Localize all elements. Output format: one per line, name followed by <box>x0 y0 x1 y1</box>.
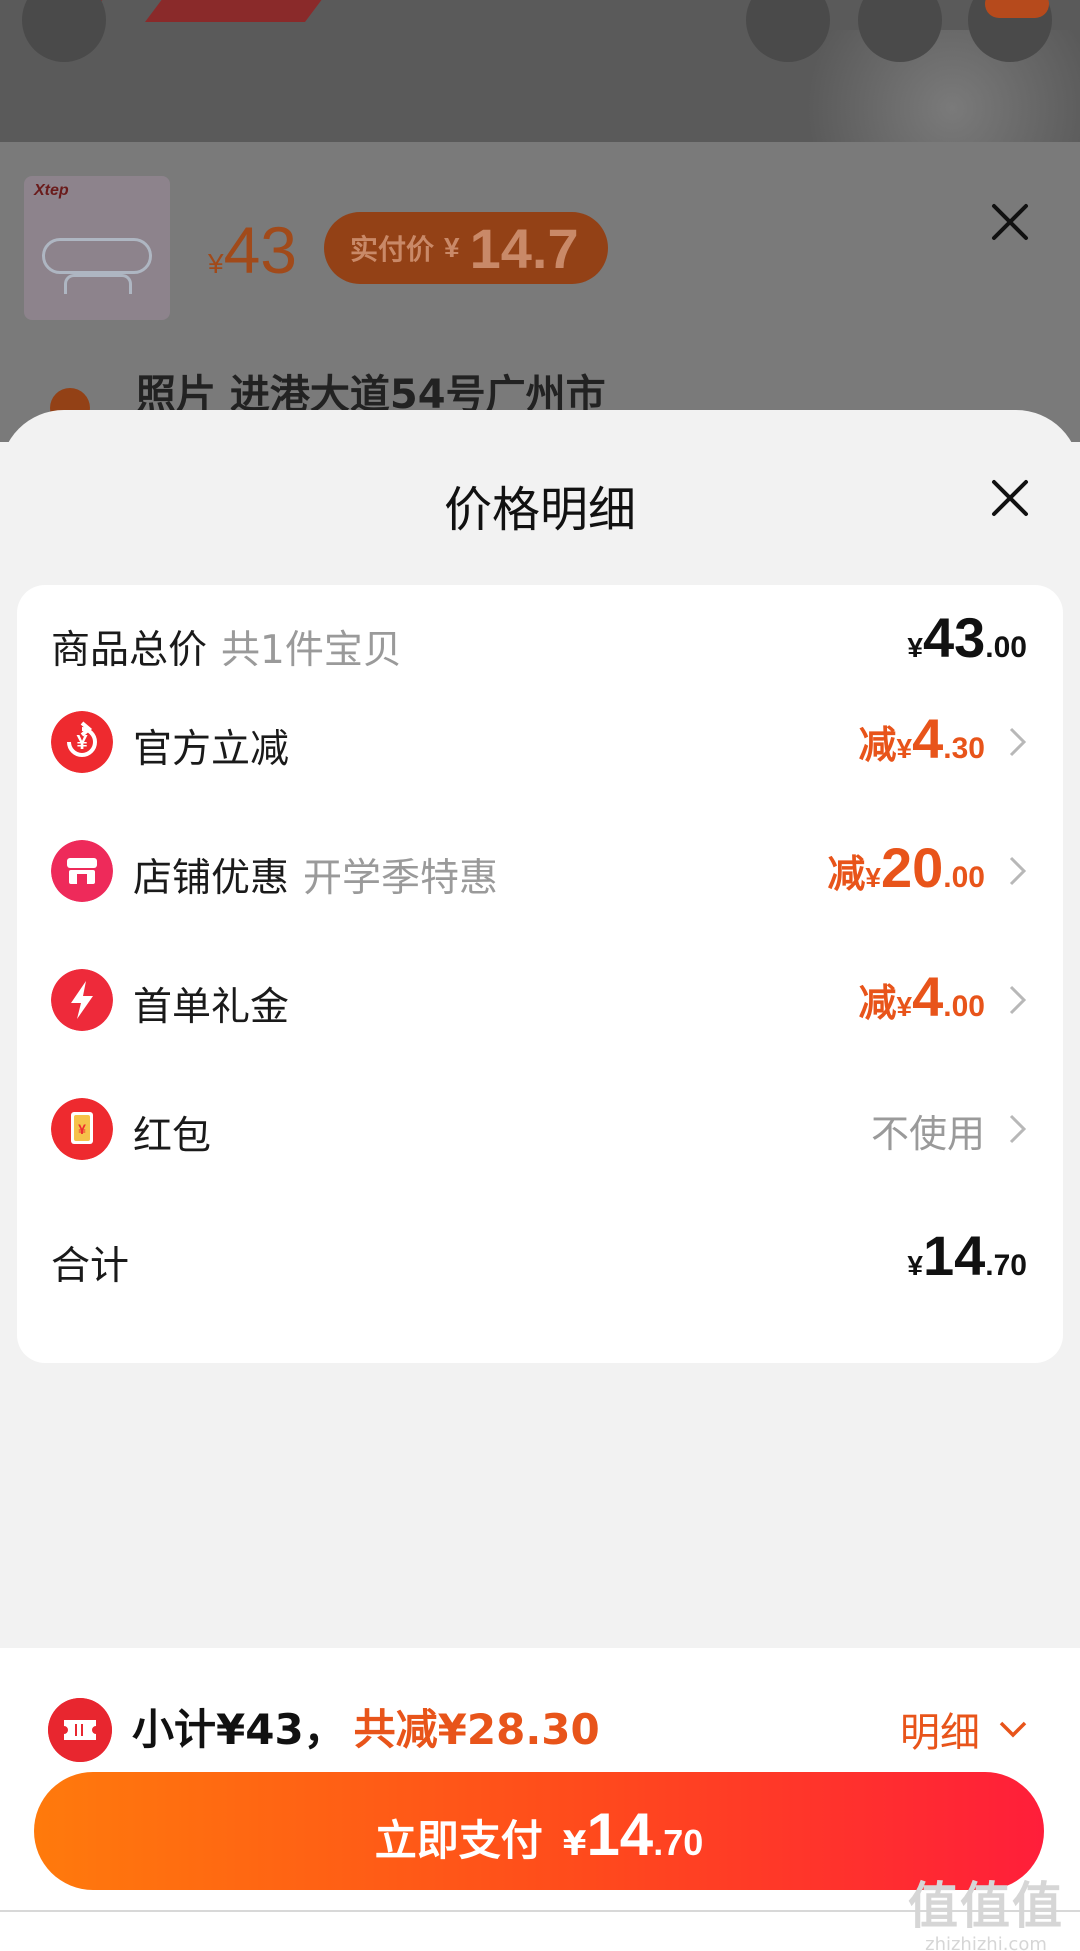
total-discount: 共减¥28.30 <box>353 1705 600 1754</box>
row-total-goods: 商品总价 共1件宝贝 ¥43.00 <box>17 585 1063 685</box>
yen-refresh-icon: ¥ <box>51 711 113 773</box>
goggle-shape <box>42 238 152 274</box>
price-detail-card: 商品总价 共1件宝贝 ¥43.00 ¥ 官方立减 减 ¥4.30 店铺优惠 开学… <box>17 585 1063 1363</box>
product-thumbnail: Xtep <box>24 176 170 320</box>
subtotal-text: 小计¥43， 共减¥28.30 <box>132 1705 600 1754</box>
row-grand-total: 合计 ¥14.70 <box>17 1207 1063 1307</box>
chevron-right-icon <box>1009 856 1027 886</box>
svg-text:¥: ¥ <box>76 732 88 754</box>
row-label: 官方立减 <box>133 727 290 772</box>
product-price: ¥43 <box>208 213 297 287</box>
thumb-brand-text: Xtep <box>34 182 69 199</box>
row-label: 店铺优惠 开学季特惠 <box>133 856 499 901</box>
lightning-icon <box>51 969 113 1031</box>
row-value: 减 ¥4.30 <box>858 707 985 770</box>
row-label: 合计 <box>51 1244 130 1289</box>
store-icon <box>51 840 113 902</box>
row-value: ¥43.00 <box>907 606 1027 669</box>
pay-now-button[interactable]: 立即支付 ¥14.70 <box>34 1772 1044 1890</box>
row-value: 减 ¥4.00 <box>858 965 985 1028</box>
actual-price-pill: 实付价 ¥ 14.7 <box>324 212 608 284</box>
row-label: 首单礼金 <box>133 985 290 1030</box>
chevron-right-icon <box>1009 727 1027 757</box>
row-label: 红包 <box>133 1114 212 1159</box>
row-value: ¥14.70 <box>907 1224 1027 1287</box>
red-envelope-icon: ¥ <box>51 1098 113 1160</box>
cart-count-badge <box>985 0 1049 18</box>
chevron-right-icon <box>1009 985 1027 1015</box>
row-official-discount[interactable]: ¥ 官方立减 减 ¥4.30 <box>17 690 1063 790</box>
chevron-right-icon <box>1009 1114 1027 1144</box>
row-red-envelope[interactable]: ¥ 红包 不使用 <box>17 1077 1063 1177</box>
background-header <box>0 0 1080 142</box>
detail-toggle[interactable]: 明细 <box>900 1700 1028 1758</box>
close-icon[interactable] <box>988 476 1032 520</box>
back-icon[interactable] <box>22 0 106 62</box>
chevron-down-icon <box>999 1721 1027 1738</box>
svg-text:¥: ¥ <box>78 1121 86 1137</box>
background-close-icon[interactable] <box>988 200 1032 244</box>
row-value: 减 ¥20.00 <box>827 836 985 899</box>
row-store-discount[interactable]: 店铺优惠 开学季特惠 减 ¥20.00 <box>17 819 1063 919</box>
goggle-strap-shape <box>64 274 132 294</box>
row-value: 不使用 <box>870 1112 985 1156</box>
coupon-icon <box>48 1698 112 1762</box>
sheet-title: 价格明细 <box>443 482 636 538</box>
row-first-order-gift[interactable]: 首单礼金 减 ¥4.00 <box>17 948 1063 1048</box>
watermark: 值值值 zhizhizhi.com <box>908 1877 1064 1951</box>
row-label: 商品总价 共1件宝贝 <box>51 628 402 673</box>
